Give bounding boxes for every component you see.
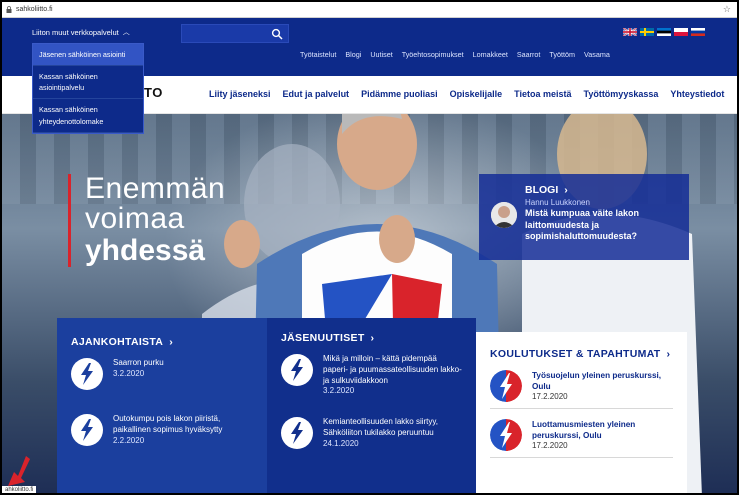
nav-item-pidamme[interactable]: Pidämme puoliasi: [361, 89, 438, 99]
event-title: Työsuojelun yleinen peruskurssi, Oulu: [532, 371, 662, 392]
chevron-right-icon: ›: [169, 336, 173, 348]
dropdown-item-member-portal[interactable]: Jäsenen sähköinen asiointi: [33, 44, 143, 67]
lightning-bolt-icon: [281, 417, 313, 450]
util-link-lomakkeet[interactable]: Lomakkeet: [473, 50, 508, 59]
nav-item-opiskelijalle[interactable]: Opiskelijalle: [450, 89, 503, 99]
news-date: 24.1.2020: [323, 438, 359, 448]
nav-item-edut[interactable]: Edut ja palvelut: [283, 89, 350, 99]
dropdown-item-fund-portal[interactable]: Kassan sähköinen asiointipalvelu: [33, 66, 143, 100]
blog-card[interactable]: BLOGI › Hannu Luukkonen Mistä kumpuaa vä…: [479, 174, 689, 260]
blog-post-title[interactable]: Mistä kumpuaa väite lakon laittomuudesta…: [525, 208, 679, 243]
news-panel-jasenuutiset: JÄSENUUTISET › Mikä ja milloin – kättä p…: [267, 318, 476, 493]
panel-title: KOULUTUKSET & TAPAHTUMAT: [490, 348, 661, 360]
language-flags: [623, 28, 705, 36]
poland-flag-icon[interactable]: [674, 28, 688, 36]
news-date: 3.2.2020: [113, 368, 145, 378]
event-date: 17.2.2020: [532, 441, 568, 451]
search-input[interactable]: [182, 28, 268, 45]
util-link-saarrot[interactable]: Saarrot: [517, 50, 541, 59]
news-title: Mikä ja milloin – kättä pidempää paperi-…: [323, 354, 462, 385]
estonia-flag-icon[interactable]: [657, 28, 671, 36]
util-link-blogi[interactable]: Blogi: [345, 50, 361, 59]
event-title: Luottamusmiesten yleinen peruskurssi, Ou…: [532, 420, 636, 441]
util-link-tyotaistelut[interactable]: Työtaistelut: [300, 50, 336, 59]
nav-item-tyottomyyskassa[interactable]: Työttömyyskassa: [583, 89, 658, 99]
lightning-bolt-icon: [71, 414, 103, 446]
news-title: Kemianteollisuuden lakko siirtyy, Sähköl…: [323, 417, 439, 438]
russia-flag-icon[interactable]: [691, 28, 705, 36]
chevron-up-icon: ︿: [122, 29, 130, 36]
browser-frame: sahkoliitto.fi ☆ Liiton muut verkkopalve…: [0, 0, 739, 495]
news-date: 3.2.2020: [323, 386, 355, 396]
panel-heading[interactable]: KOULUTUKSET & TAPAHTUMAT ›: [490, 348, 673, 360]
dropdown-item-fund-contact-form[interactable]: Kassan sähköinen yhteydenottolomake: [33, 99, 143, 133]
services-toggle-label: Liiton muut verkkopalvelut: [32, 27, 119, 37]
nav-item-liity[interactable]: Liity jäseneksi: [209, 89, 271, 99]
lock-icon: [6, 6, 12, 13]
chevron-right-icon: ›: [564, 184, 568, 196]
util-link-tyottom[interactable]: Työttöm: [549, 50, 575, 59]
blog-author: Hannu Luukkonen: [525, 198, 590, 207]
nav-item-tietoa[interactable]: Tietoa meistä: [514, 89, 571, 99]
nav-item-yhteystiedot[interactable]: Yhteystiedot: [670, 89, 724, 99]
uk-flag-icon[interactable]: [623, 28, 637, 36]
news-title: Saarron purku: [113, 358, 164, 367]
address-bar[interactable]: sahkoliitto.fi ☆: [2, 2, 737, 18]
url-text[interactable]: sahkoliitto.fi: [16, 6, 53, 13]
sahkoliitto-logo-icon: [490, 370, 522, 402]
search-icon[interactable]: [271, 28, 283, 40]
logo[interactable]: TO: [144, 85, 163, 100]
news-title: Outokumpu pois lakon piiristä, paikallin…: [113, 414, 223, 434]
slogan-line-2: voimaa: [85, 202, 185, 235]
list-item[interactable]: Saarron purku 3.2.2020: [71, 358, 253, 390]
util-link-vasama[interactable]: Vasama: [584, 50, 610, 59]
news-panel-ajankohtaista: AJANKOHTAISTA › Saarron purku 3.2.2020 O…: [57, 318, 267, 493]
slogan-line-3: yhdessä: [85, 234, 206, 267]
sahkoliitto-logo-icon: [490, 419, 522, 451]
lightning-bolt-icon: [71, 358, 103, 390]
annotation-arrow-icon: [8, 456, 30, 486]
blog-heading[interactable]: BLOGI ›: [525, 184, 679, 196]
panel-title: JÄSENUUTISET: [281, 332, 365, 344]
event-date: 17.2.2020: [532, 392, 568, 402]
chevron-right-icon: ›: [666, 348, 671, 360]
hero-slogan: Enemmän voimaa yhdessä: [68, 174, 225, 267]
events-panel: KOULUTUKSET & TAPAHTUMAT › Työsuojelun y…: [476, 332, 687, 493]
bookmark-star-icon[interactable]: ☆: [723, 4, 731, 15]
slogan-line-1: Enemmän: [85, 172, 226, 205]
util-link-tyoehtosopimukset[interactable]: Työehtosopimukset: [402, 50, 464, 59]
chevron-right-icon: ›: [370, 332, 375, 344]
panel-heading[interactable]: AJANKOHTAISTA ›: [71, 336, 253, 348]
panel-title: AJANKOHTAISTA: [71, 336, 164, 348]
util-link-uutiset[interactable]: Uutiset: [370, 50, 392, 59]
list-item[interactable]: Kemianteollisuuden lakko siirtyy, Sähköl…: [281, 417, 462, 450]
services-dropdown-toggle[interactable]: Liiton muut verkkopalvelut ︿: [32, 27, 130, 37]
list-item[interactable]: Työsuojelun yleinen peruskurssi, Oulu 17…: [490, 370, 673, 409]
list-item[interactable]: Outokumpu pois lakon piiristä, paikallin…: [71, 414, 253, 446]
list-item[interactable]: Mikä ja milloin – kättä pidempää paperi-…: [281, 354, 462, 395]
list-item[interactable]: Luottamusmiesten yleinen peruskurssi, Ou…: [490, 419, 673, 458]
lightning-bolt-icon: [281, 354, 313, 386]
blog-title: BLOGI: [525, 184, 559, 196]
utility-nav: Työtaistelut Blogi Uutiset Työehtosopimu…: [300, 50, 610, 59]
news-date: 2.2.2020: [113, 435, 145, 445]
search-box[interactable]: [181, 24, 289, 45]
main-menu: Liity jäseneksi Edut ja palvelut Pidämme…: [209, 89, 724, 99]
avatar: [491, 202, 517, 228]
panel-heading[interactable]: JÄSENUUTISET ›: [281, 332, 462, 344]
sweden-flag-icon[interactable]: [640, 28, 654, 36]
services-dropdown-menu: Jäsenen sähköinen asiointi Kassan sähköi…: [32, 43, 144, 134]
